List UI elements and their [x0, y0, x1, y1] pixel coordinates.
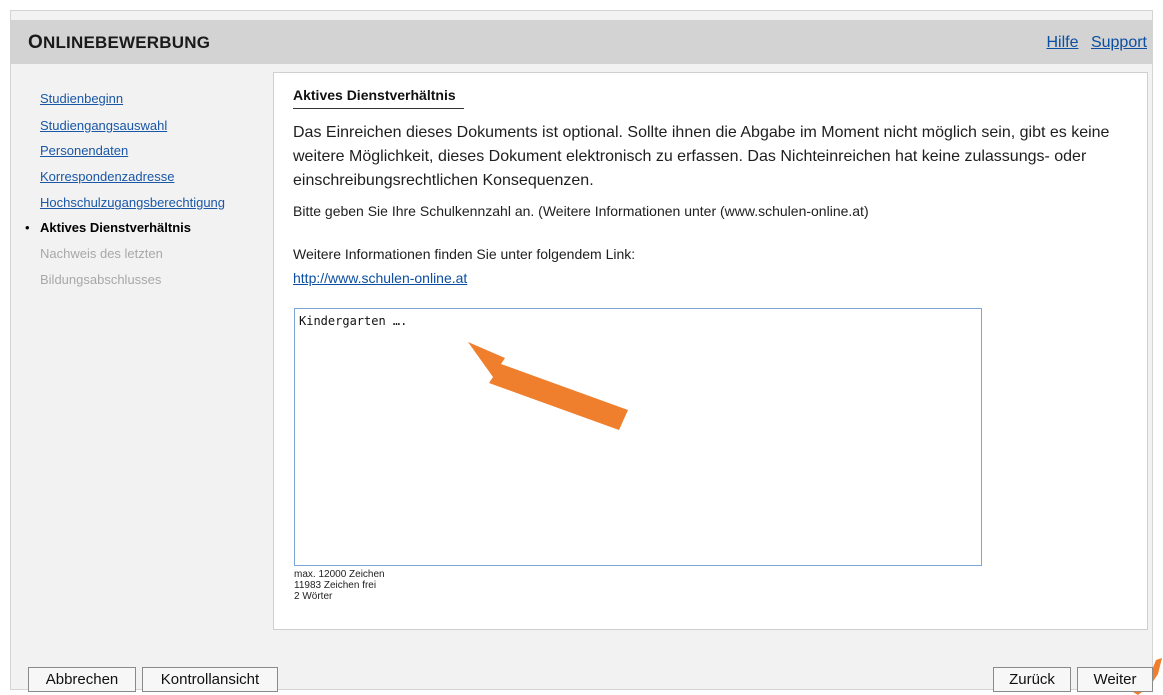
- sidebar-item-personendaten[interactable]: Personendaten: [40, 143, 128, 158]
- sidebar-item-studienbeginn[interactable]: Studienbeginn: [40, 91, 123, 106]
- cancel-button[interactable]: Abbrechen: [28, 667, 136, 692]
- content-panel: Aktives Dienstverhältnis Das Einreichen …: [273, 72, 1148, 630]
- sidebar-item-bildungsabschlusses: Bildungsabschlusses: [40, 272, 162, 287]
- max-characters-text: max. 12000 Zeichen: [294, 569, 385, 580]
- word-count-text: 2 Wörter: [294, 591, 333, 602]
- sidebar-item-korrespondenzadresse[interactable]: Korrespondenzadresse: [40, 169, 174, 184]
- hint-text: Bitte geben Sie Ihre Schulkennzahl an. (…: [293, 203, 869, 219]
- sidebar-item-hochschulzugangsberechtigung[interactable]: Hochschulzugangsberechtigung: [40, 195, 225, 210]
- page-title: ONLINEBEWERBUNG: [28, 32, 211, 53]
- active-bullet: •: [25, 220, 30, 235]
- sidebar-item-nachweis-des-letzten: Nachweis des letzten: [40, 246, 163, 261]
- sidebar-item-studiengangsauswahl[interactable]: Studiengangsauswahl: [40, 118, 167, 133]
- section-title: Aktives Dienstverhältnis: [293, 87, 464, 109]
- arrow-icon: [468, 342, 628, 430]
- intro-text: Das Einreichen dieses Dokuments ist opti…: [293, 124, 1110, 189]
- free-characters-text: 11983 Zeichen frei: [294, 580, 377, 591]
- sidebar-item-aktives-dienstverhaeltnis[interactable]: Aktives Dienstverhältnis: [40, 220, 191, 235]
- sidebar-navigation: Studienbeginn Studiengangsauswahl Person…: [10, 72, 272, 632]
- next-button[interactable]: Weiter: [1077, 667, 1153, 692]
- more-info-text: Weitere Informationen finden Sie unter f…: [293, 246, 636, 262]
- header-bar: ONLINEBEWERBUNG Hilfe Support: [10, 20, 1153, 64]
- schulen-online-link[interactable]: http://www.schulen-online.at: [293, 270, 467, 286]
- review-button[interactable]: Kontrollansicht: [142, 667, 278, 692]
- back-button[interactable]: Zurück: [993, 667, 1071, 692]
- support-link[interactable]: Support: [1091, 34, 1147, 51]
- page: ONLINEBEWERBUNG Hilfe Support Studienbeg…: [0, 0, 1163, 695]
- help-link[interactable]: Hilfe: [1046, 34, 1078, 51]
- header-links: Hilfe Support: [1038, 34, 1147, 52]
